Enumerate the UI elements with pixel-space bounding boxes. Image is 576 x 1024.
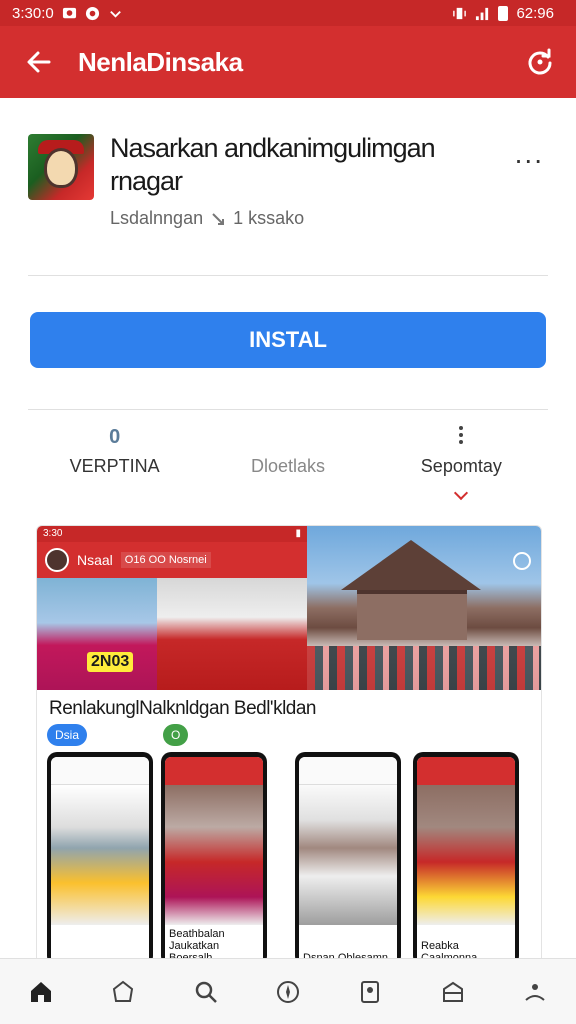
notification-icon (85, 6, 99, 20)
status-clock: 62:96 (516, 4, 554, 22)
tab-similar[interactable]: Sepomtay (375, 410, 548, 501)
mini-title: Nsaal (77, 552, 113, 568)
phone-screenshot[interactable]: Dsnan Oblesamn (295, 752, 401, 964)
screenshot-gallery[interactable]: 3:30 ▮ Nsaal O16 OO Nosrnei 2N03 Renlakun… (36, 525, 542, 965)
signal-icon (476, 7, 489, 20)
page-title: NenlaDinsaka (78, 46, 243, 77)
mini-status-time: 3:30 (43, 528, 63, 539)
chevron-down-icon (454, 485, 469, 501)
account-icon (525, 983, 545, 1001)
app-bar: NenlaDinsaka (0, 26, 576, 98)
tab-details[interactable]: Dloetlaks (201, 410, 374, 500)
install-button[interactable]: INSTAL (30, 312, 546, 368)
refresh-icon (528, 48, 552, 75)
app-meta: Lsdalnngan 1 kssako (110, 208, 304, 229)
compass-icon (276, 980, 299, 1003)
status-right: 62:96 (452, 5, 554, 22)
back-button[interactable] (0, 26, 78, 98)
home-icon (31, 981, 52, 1002)
phone-screenshot[interactable]: Beathbalan Jaukatkan Boersalh (161, 752, 267, 964)
tab-overview[interactable]: 0 VERPTINA (28, 410, 201, 500)
mini-chip: O16 OO Nosrnei (120, 552, 211, 568)
mini-app-bar: Nsaal O16 OO Nosrnei (37, 542, 307, 578)
feature-graphic: 3:30 ▮ Nsaal O16 OO Nosrnei 2N03 (37, 526, 541, 690)
phone-screenshot[interactable] (47, 752, 153, 964)
tag-chip[interactable]: Dsia (47, 724, 88, 746)
nav-home[interactable] (16, 967, 66, 1017)
bottom-nav (0, 958, 576, 1024)
tag-chip[interactable]: O (163, 724, 189, 746)
status-bar: 3:30:0 62:96 (0, 0, 576, 26)
tab-label: Sepomtay (420, 456, 502, 476)
refresh-button[interactable] (504, 26, 576, 98)
nav-bookmarks[interactable] (345, 967, 395, 1017)
nav-library[interactable] (428, 967, 478, 1017)
close-icon[interactable] (513, 552, 531, 570)
nav-search[interactable] (181, 967, 231, 1017)
gallery-caption: RenlakunglNalknldgan Bedl'kldan (49, 698, 317, 719)
more-vertical-icon (459, 426, 464, 444)
store-icon (113, 980, 134, 1002)
nav-account[interactable] (510, 967, 560, 1017)
chevron-down-icon (109, 10, 121, 18)
app-name: Nasarkan andkanimgulimgan rnagar (110, 133, 436, 196)
tab-label: Dloetlaks (250, 456, 325, 476)
app-size: 1 kssako (233, 208, 305, 228)
tab-label: VERPTINA (69, 456, 160, 476)
app-header: Nasarkan andkanimgulimgan rnagar ... Lsd… (28, 132, 548, 242)
tab-bar: 0 VERPTINA Dloetlaks Sepomtay (28, 410, 548, 501)
status-left: 3:30:0 (12, 5, 123, 22)
photo-people (37, 578, 157, 690)
app-logo (28, 134, 94, 200)
bookmark-icon (361, 980, 380, 1003)
arrow-left-icon (27, 51, 51, 73)
library-icon (442, 981, 463, 1002)
photo-woman (157, 578, 307, 690)
status-time: 3:30:0 (12, 4, 54, 22)
nav-explore[interactable] (263, 967, 313, 1017)
avatar (45, 548, 69, 572)
nav-store[interactable] (98, 967, 148, 1017)
developer-name: Lsdalnngan (110, 208, 204, 228)
more-menu-button[interactable]: ... (515, 138, 544, 170)
download-size-icon (212, 212, 225, 225)
message-icon (62, 7, 76, 18)
divider (28, 275, 548, 276)
search-icon (195, 981, 217, 1003)
photo-badge: 2N03 (87, 652, 134, 672)
battery-icon (498, 5, 509, 21)
vibrate-icon (453, 7, 467, 19)
photo-building (307, 526, 541, 690)
hero-screenshot: 3:30 ▮ Nsaal O16 OO Nosrnei 2N03 (37, 526, 307, 690)
phone-screenshot[interactable]: Reabka Caalmonna (413, 752, 519, 964)
tab-count: 0 (109, 426, 121, 448)
